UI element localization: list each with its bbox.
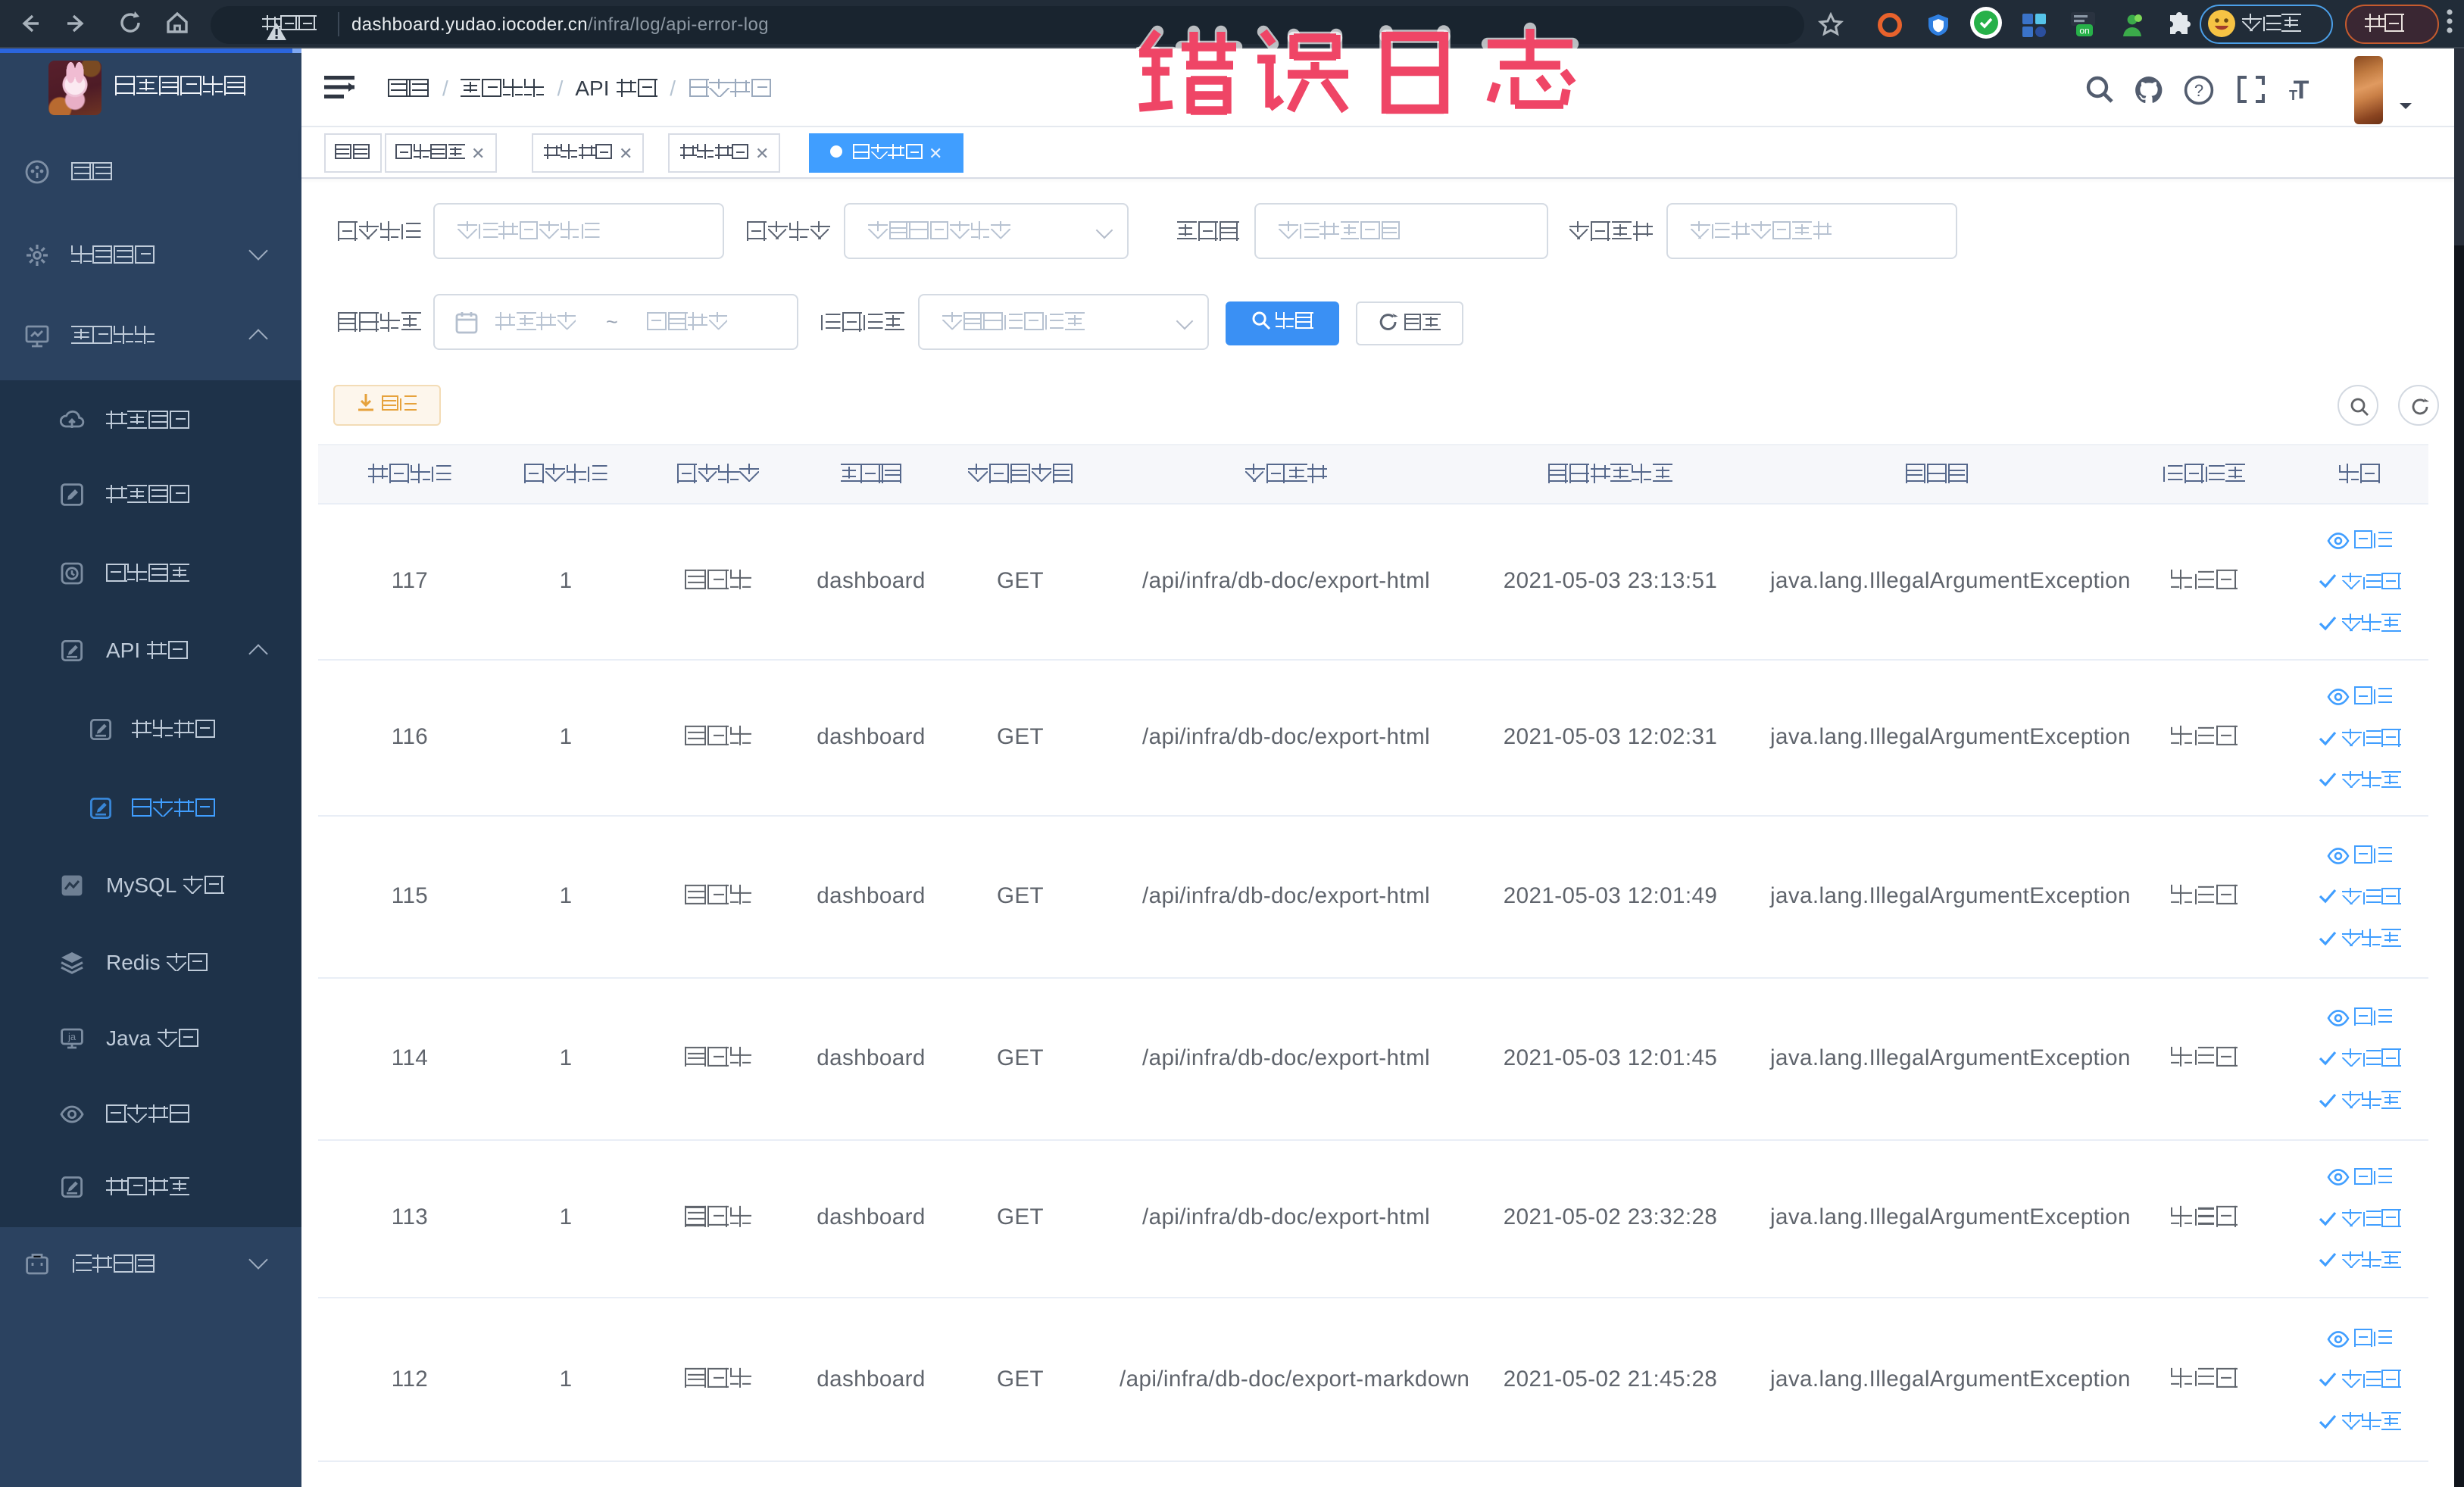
svg-text:on: on [2079, 26, 2089, 36]
svg-text:?: ? [2194, 81, 2203, 100]
svg-text:T: T [2289, 88, 2297, 103]
svg-text:ja: ja [67, 1032, 77, 1043]
